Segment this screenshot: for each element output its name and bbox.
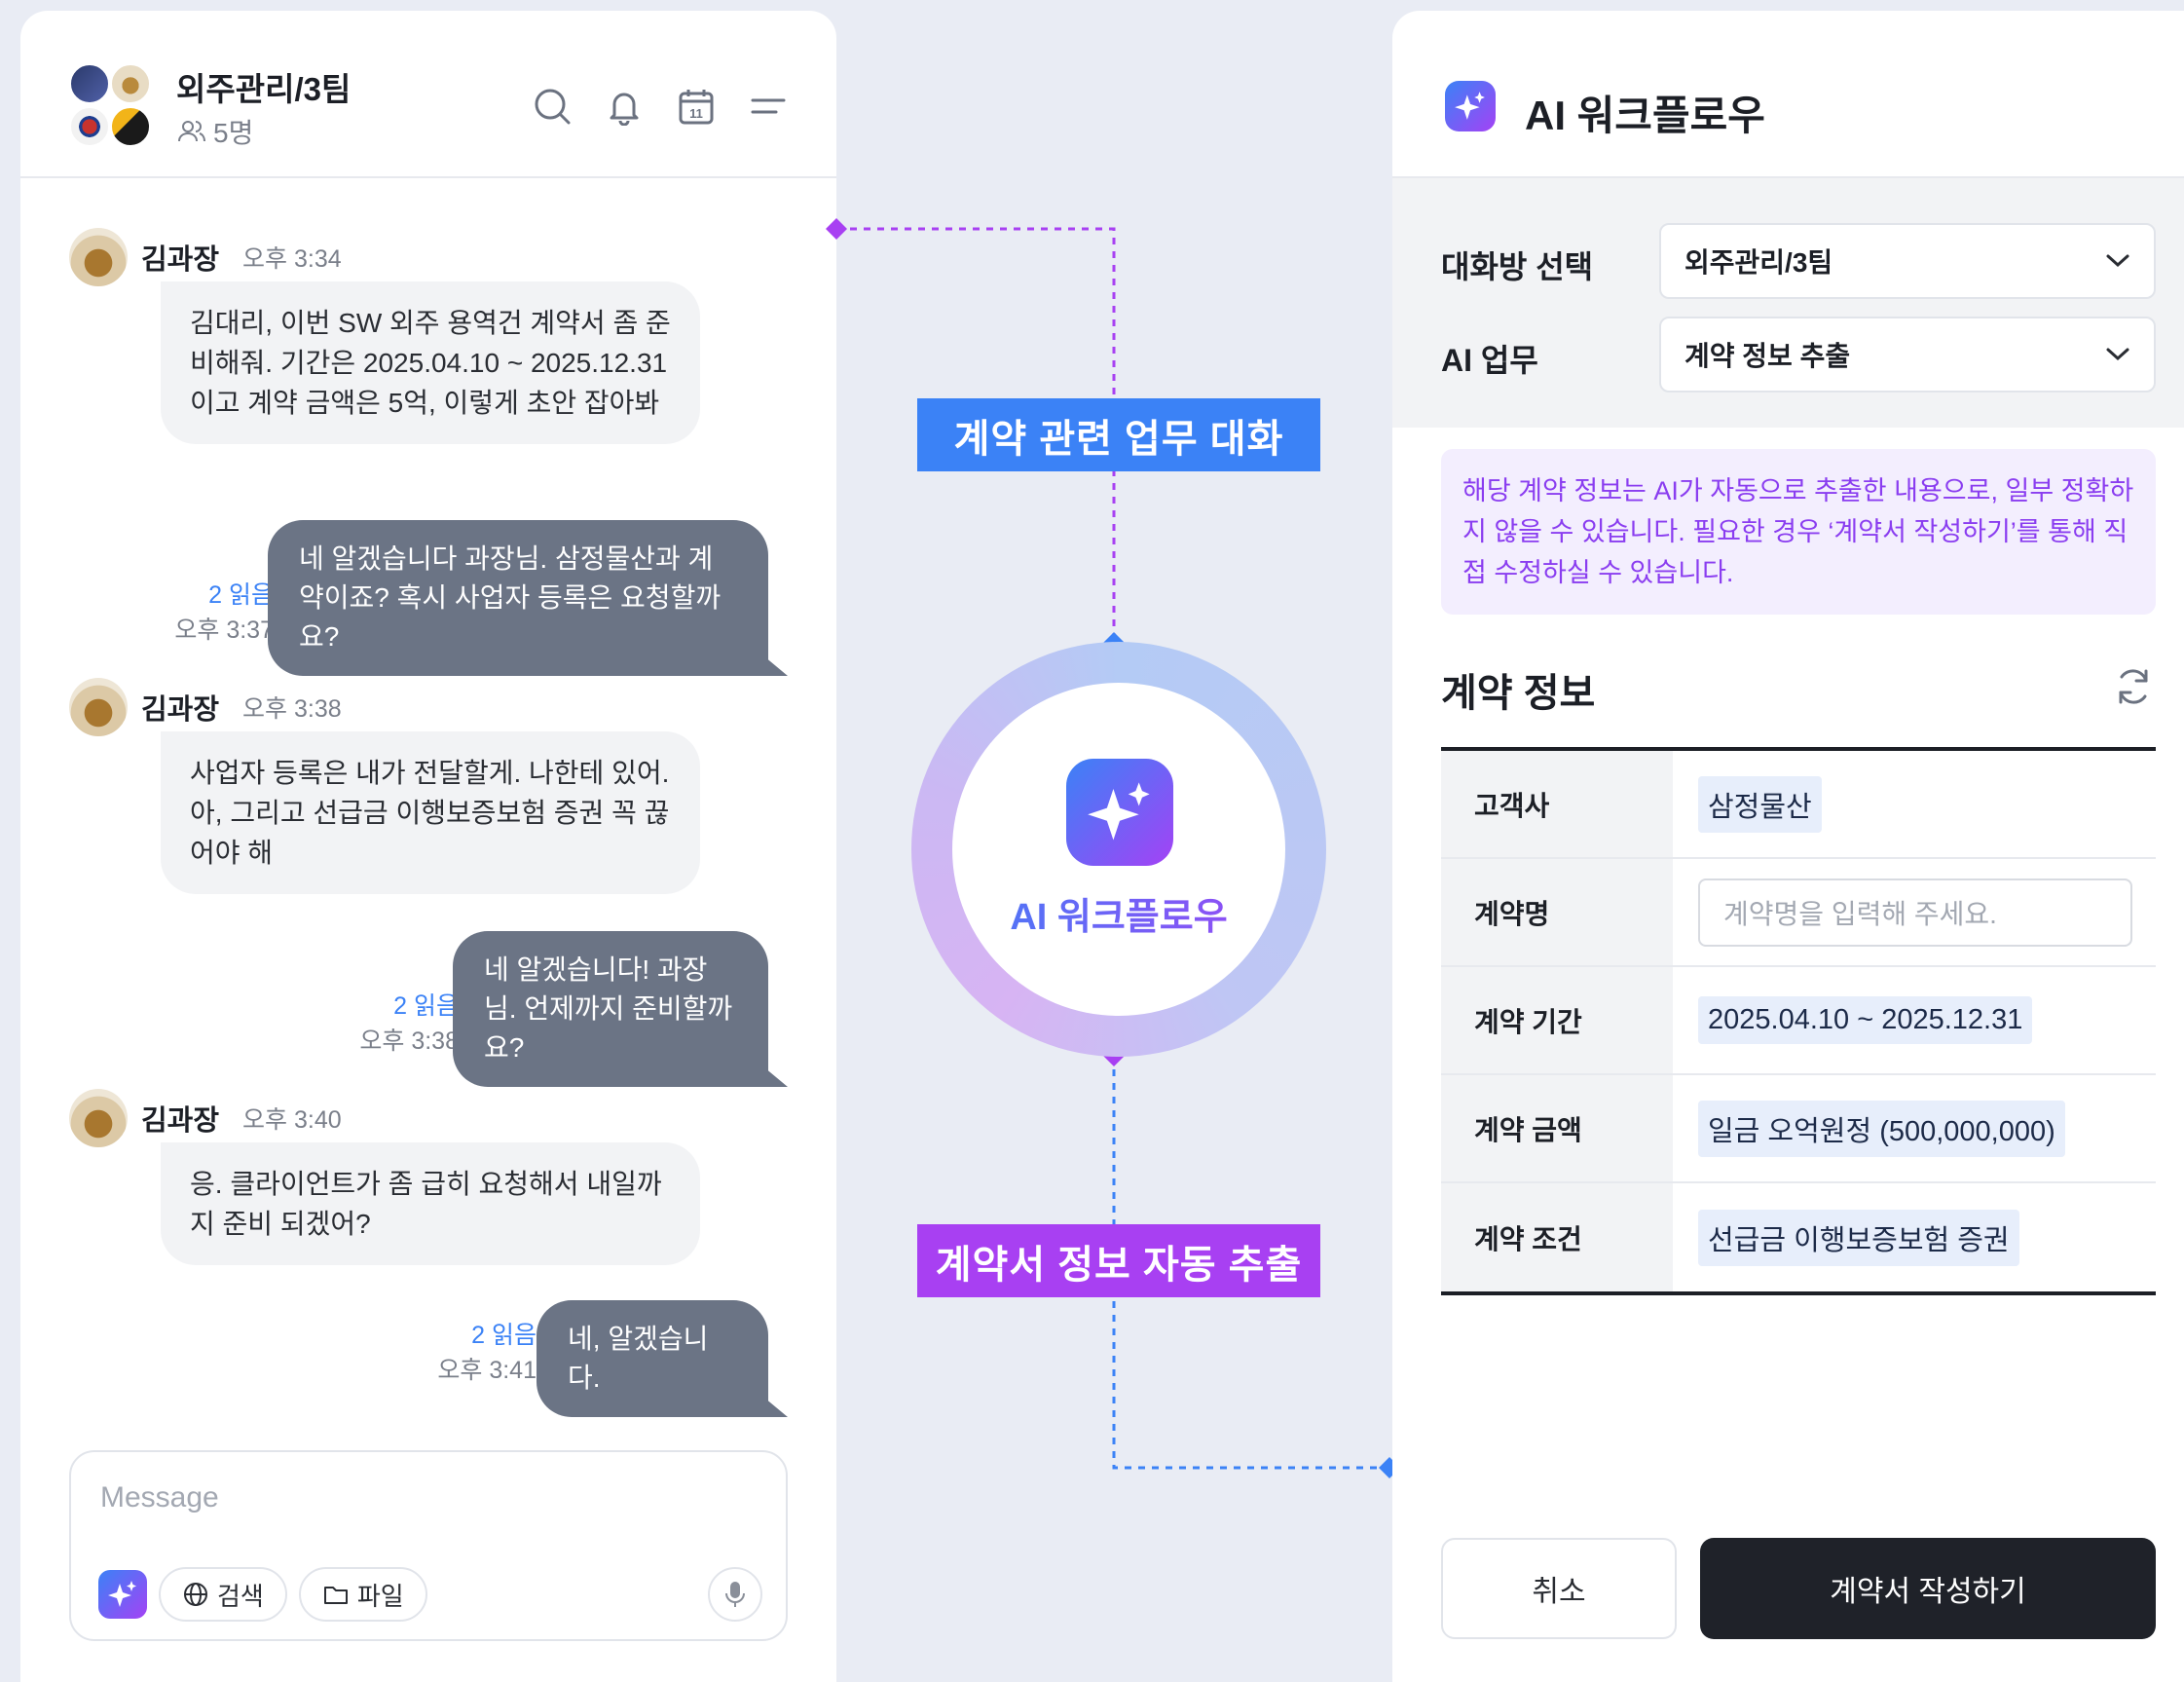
info-key: 계약명	[1441, 859, 1673, 965]
task-select-label: AI 업무	[1441, 343, 1538, 378]
info-row-period: 계약 기간 2025.04.10 ~ 2025.12.31	[1441, 967, 2156, 1075]
info-row-terms: 계약 조건 선급금 이행보증보험 증권	[1441, 1183, 2156, 1291]
info-value: 2025.04.10 ~ 2025.12.31	[1698, 996, 2033, 1044]
flow-label-extract: 계약서 정보 자동 추출	[917, 1224, 1320, 1297]
info-value: 선급금 이행보증보험 증권	[1698, 1209, 2019, 1266]
ai-workflow-logo	[1066, 759, 1173, 866]
ai-logo	[1445, 81, 1496, 131]
workflow-panel: AI 워크플로우 대화방 선택 외주관리/3팀 AI 업무 계약 정보 추출 해…	[1392, 11, 2184, 1682]
room-select-label: 대화방 선택	[1441, 249, 1594, 284]
info-key: 계약 조건	[1441, 1183, 1673, 1291]
sparkle-icon	[1455, 92, 1485, 120]
info-key: 계약 금액	[1441, 1075, 1673, 1181]
info-row-contract-name: 계약명 계약명을 입력해 주세요.	[1441, 859, 2156, 967]
room-select-value: 외주관리/3팀	[1684, 247, 1833, 278]
refresh-icon[interactable]	[2112, 665, 2155, 708]
contract-name-input[interactable]: 계약명을 입력해 주세요.	[1698, 878, 2132, 947]
workflow-selectors: 대화방 선택 외주관리/3팀 AI 업무 계약 정보 추출	[1392, 178, 2184, 428]
info-key: 계약 기간	[1441, 967, 1673, 1073]
info-row-amount: 계약 금액 일금 오억원정 (500,000,000)	[1441, 1075, 2156, 1183]
connector-node	[826, 218, 847, 240]
task-select[interactable]: 계약 정보 추출	[1659, 317, 2156, 392]
chevron-down-icon	[2106, 348, 2129, 361]
info-key: 고객사	[1441, 751, 1673, 857]
info-value: 일금 오억원정 (500,000,000)	[1698, 1100, 2065, 1157]
task-select-value: 계약 정보 추출	[1684, 341, 1851, 371]
room-select[interactable]: 외주관리/3팀	[1659, 223, 2156, 299]
info-row-client: 고객사 삼정물산	[1441, 751, 2156, 859]
workflow-header: AI 워크플로우	[1392, 11, 2184, 178]
cancel-button[interactable]: 취소	[1441, 1538, 1677, 1639]
chevron-down-icon	[2106, 254, 2129, 268]
workflow-title: AI 워크플로우	[1525, 93, 1765, 138]
contract-info-table: 고객사 삼정물산 계약명 계약명을 입력해 주세요. 계약 기간 2025.04…	[1441, 747, 2156, 1295]
flow-label-chat: 계약 관련 업무 대화	[917, 398, 1320, 471]
ai-workflow-title: AI 워크플로우	[911, 886, 1326, 940]
info-value: 삼정물산	[1698, 775, 1822, 833]
sparkle-icon	[1088, 782, 1150, 841]
write-contract-button[interactable]: 계약서 작성하기	[1700, 1538, 2156, 1639]
contract-info-title: 계약 정보	[1441, 672, 1596, 715]
ai-notice: 해당 계약 정보는 AI가 자동으로 추출한 내용으로, 일부 정확하지 않을 …	[1441, 449, 2156, 615]
